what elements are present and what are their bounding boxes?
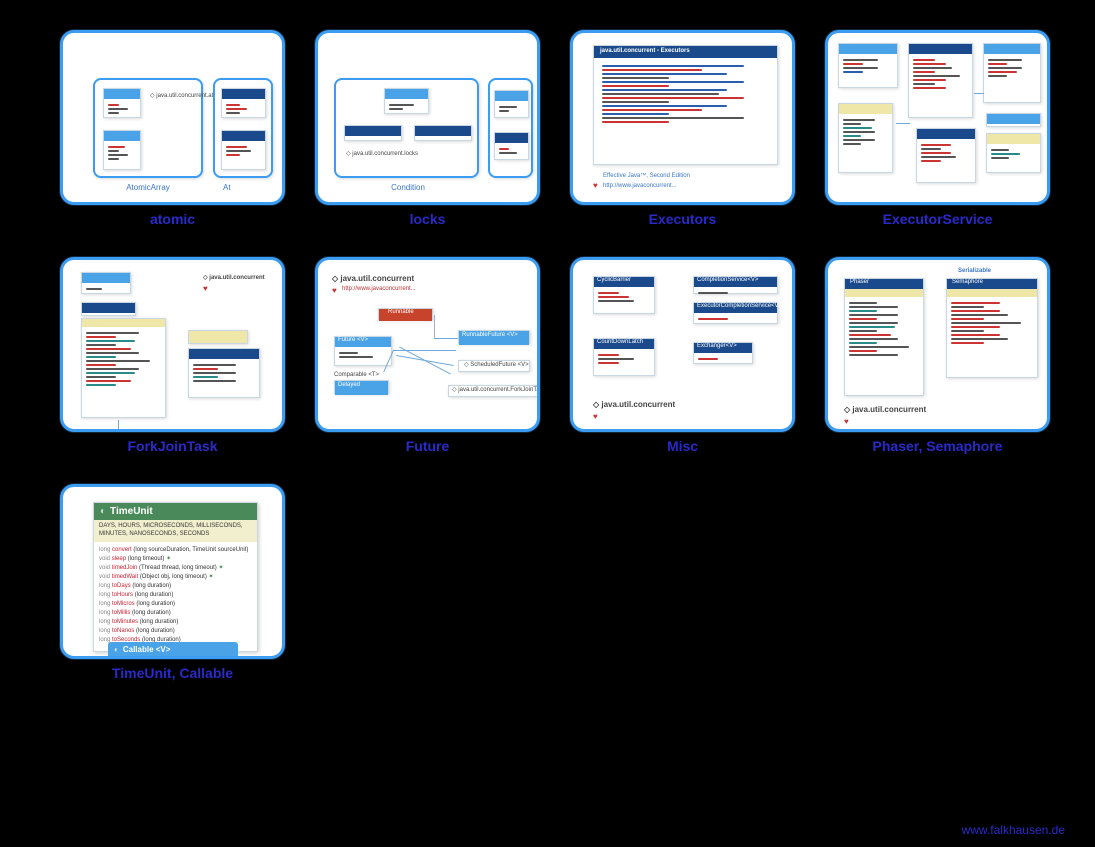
thumb-timeunit-callable[interactable]: ◐TimeUnit DAYS, HOURS, MICROSECONDS, MIL… xyxy=(60,484,285,659)
thumb-atomic[interactable]: ◇ java.util.concurrent.atomic AtomicArra… xyxy=(60,30,285,205)
thumb-forkjointask[interactable]: ◇ java.util.concurrent ♥ xyxy=(60,257,285,432)
caption: Phaser, Semaphore xyxy=(873,438,1003,454)
caption: ExecutorService xyxy=(883,211,993,227)
card-future[interactable]: ◇ java.util.concurrent ♥ http://www.java… xyxy=(310,257,545,454)
footer-link[interactable]: www.falkhausen.de xyxy=(962,823,1065,837)
thumb-locks[interactable]: ◇ java.util.concurrent.locks Condition xyxy=(315,30,540,205)
caption: TimeUnit, Callable xyxy=(112,665,233,681)
thumbnail-grid: ◇ java.util.concurrent.atomic AtomicArra… xyxy=(0,0,1095,691)
thumb-phaser-semaphore[interactable]: Serializable Phaser xyxy=(825,257,1050,432)
timeunit-title: TimeUnit xyxy=(110,506,153,517)
caption: Misc xyxy=(667,438,698,454)
card-executors[interactable]: java.util.concurrent - Executors ♥ Effec… xyxy=(565,30,800,227)
timeunit-panel: ◐TimeUnit DAYS, HOURS, MICROSECONDS, MIL… xyxy=(93,502,258,652)
caption: Future xyxy=(406,438,450,454)
card-phaser-semaphore[interactable]: Serializable Phaser xyxy=(820,257,1055,454)
caption: ForkJoinTask xyxy=(128,438,218,454)
thumb-executors[interactable]: java.util.concurrent - Executors ♥ Effec… xyxy=(570,30,795,205)
timeunit-units: DAYS, HOURS, MICROSECONDS, MILLISECONDS,… xyxy=(94,520,257,542)
card-forkjointask[interactable]: ◇ java.util.concurrent ♥ ForkJoinTask xyxy=(55,257,290,454)
thumb-misc[interactable]: CyclicBarrier CompletionService<V> Execu… xyxy=(570,257,795,432)
card-atomic[interactable]: ◇ java.util.concurrent.atomic AtomicArra… xyxy=(55,30,290,227)
thumb-executorservice[interactable] xyxy=(825,30,1050,205)
card-timeunit-callable[interactable]: ◐TimeUnit DAYS, HOURS, MICROSECONDS, MIL… xyxy=(55,484,290,681)
timeunit-methods: long convert (long sourceDuration, TimeU… xyxy=(94,542,257,651)
card-misc[interactable]: CyclicBarrier CompletionService<V> Execu… xyxy=(565,257,800,454)
caption: locks xyxy=(410,211,446,227)
card-locks[interactable]: ◇ java.util.concurrent.locks Condition l… xyxy=(310,30,545,227)
caption: Executors xyxy=(649,211,717,227)
callable-strip: ◐Callable <V> xyxy=(108,642,238,656)
sub-caption: AtomicArray xyxy=(103,183,193,192)
thumb-future[interactable]: ◇ java.util.concurrent ♥ http://www.java… xyxy=(315,257,540,432)
sub-caption: Condition xyxy=(373,183,443,192)
caption: atomic xyxy=(150,211,195,227)
card-executorservice[interactable]: ExecutorService xyxy=(820,30,1055,227)
